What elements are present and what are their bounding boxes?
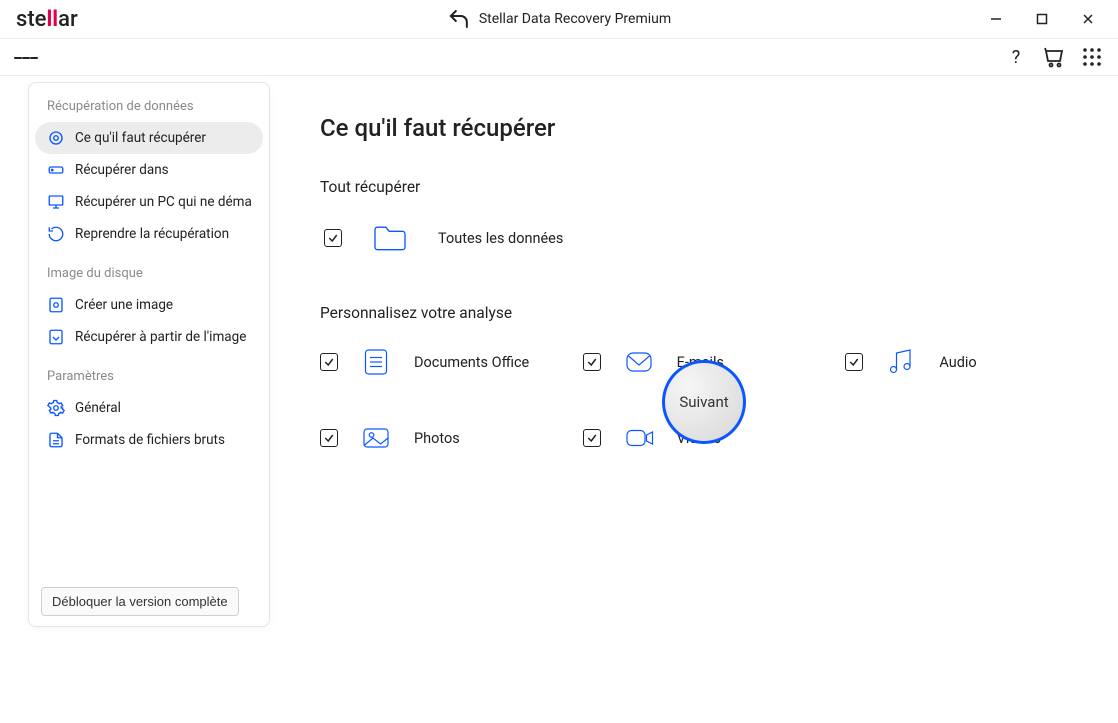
sidebar-item-create-image[interactable]: Créer une image xyxy=(35,289,263,321)
photos-label: Photos xyxy=(414,430,460,447)
next-button[interactable]: Suivant xyxy=(662,360,746,444)
page-title: Ce qu'il faut récupérer xyxy=(320,114,1088,142)
file-icon xyxy=(47,431,65,449)
sidebar-group-recovery: Récupération de données xyxy=(35,99,263,122)
sidebar-item-general[interactable]: Général xyxy=(35,392,263,424)
checkbox-audio[interactable] xyxy=(845,353,863,371)
maximize-button[interactable] xyxy=(1028,5,1056,33)
section-all-title: Tout récupérer xyxy=(320,178,1088,196)
checkbox-all-data[interactable] xyxy=(324,229,342,247)
toolbar: ? xyxy=(0,39,1118,76)
minimize-button[interactable] xyxy=(982,5,1010,33)
documents-icon xyxy=(356,342,396,382)
menu-button[interactable] xyxy=(14,46,38,70)
disk-icon xyxy=(47,296,65,314)
sidebar-item-label: Récupérer à partir de l'image xyxy=(75,329,246,345)
checkbox-photos[interactable] xyxy=(320,429,338,447)
window-title-text: Stellar Data Recovery Premium xyxy=(479,11,671,27)
checkbox-emails[interactable] xyxy=(583,353,601,371)
sidebar-item-label: Reprendre la récupération xyxy=(75,226,229,242)
checkbox-videos[interactable] xyxy=(583,429,601,447)
sidebar-item-label: Récupérer dans xyxy=(75,162,169,178)
app-logo: stellar xyxy=(16,7,78,32)
audio-icon xyxy=(881,342,921,382)
section-custom-title: Personnalisez votre analyse xyxy=(320,304,1088,322)
sidebar-item-recover-from[interactable]: Récupérer dans xyxy=(35,154,263,186)
sidebar-item-label: Créer une image xyxy=(75,297,173,313)
unlock-full-version-button[interactable]: Débloquer la version complète xyxy=(41,587,239,616)
sidebar-item-label: Récupérer un PC qui ne déma xyxy=(75,194,252,210)
titlebar: stellar Stellar Data Recovery Premium xyxy=(0,0,1118,39)
drive-icon xyxy=(47,161,65,179)
window-title: Stellar Data Recovery Premium xyxy=(447,7,671,31)
folder-icon xyxy=(368,216,412,260)
close-button[interactable] xyxy=(1074,5,1102,33)
undo-icon xyxy=(447,7,471,31)
checkbox-documents[interactable] xyxy=(320,353,338,371)
cart-button[interactable] xyxy=(1042,45,1066,69)
sidebar-item-label: Général xyxy=(75,400,121,416)
sidebar-item-resume-recovery[interactable]: Reprendre la récupération xyxy=(35,218,263,250)
sidebar-item-label: Formats de fichiers bruts xyxy=(75,432,225,448)
target-icon xyxy=(47,129,65,147)
help-button[interactable]: ? xyxy=(1004,45,1028,69)
main-panel: Ce qu'il faut récupérer Tout récupérer T… xyxy=(290,76,1118,458)
all-data-label: Toutes les données xyxy=(438,230,563,247)
audio-label: Audio xyxy=(939,354,976,371)
resume-icon xyxy=(47,225,65,243)
app-window: stellar Stellar Data Recovery Premium ? xyxy=(0,0,1118,723)
image-restore-icon xyxy=(47,328,65,346)
sidebar-group-settings: Paramètres xyxy=(35,369,263,392)
sidebar-item-label: Ce qu'il faut récupérer xyxy=(75,130,206,146)
videos-icon xyxy=(619,418,659,458)
documents-label: Documents Office xyxy=(414,354,529,371)
sidebar: Récupération de données Ce qu'il faut ré… xyxy=(28,82,270,627)
email-icon xyxy=(619,342,659,382)
sidebar-item-what-to-recover[interactable]: Ce qu'il faut récupérer xyxy=(35,122,263,154)
apps-button[interactable] xyxy=(1080,45,1104,69)
gear-icon xyxy=(47,399,65,417)
sidebar-item-raw-formats[interactable]: Formats de fichiers bruts xyxy=(35,424,263,456)
sidebar-group-disk-image: Image du disque xyxy=(35,266,263,289)
sidebar-item-recover-pc[interactable]: Récupérer un PC qui ne déma xyxy=(35,186,263,218)
monitor-icon xyxy=(47,193,65,211)
sidebar-item-recover-from-image[interactable]: Récupérer à partir de l'image xyxy=(35,321,263,353)
photos-icon xyxy=(356,418,396,458)
